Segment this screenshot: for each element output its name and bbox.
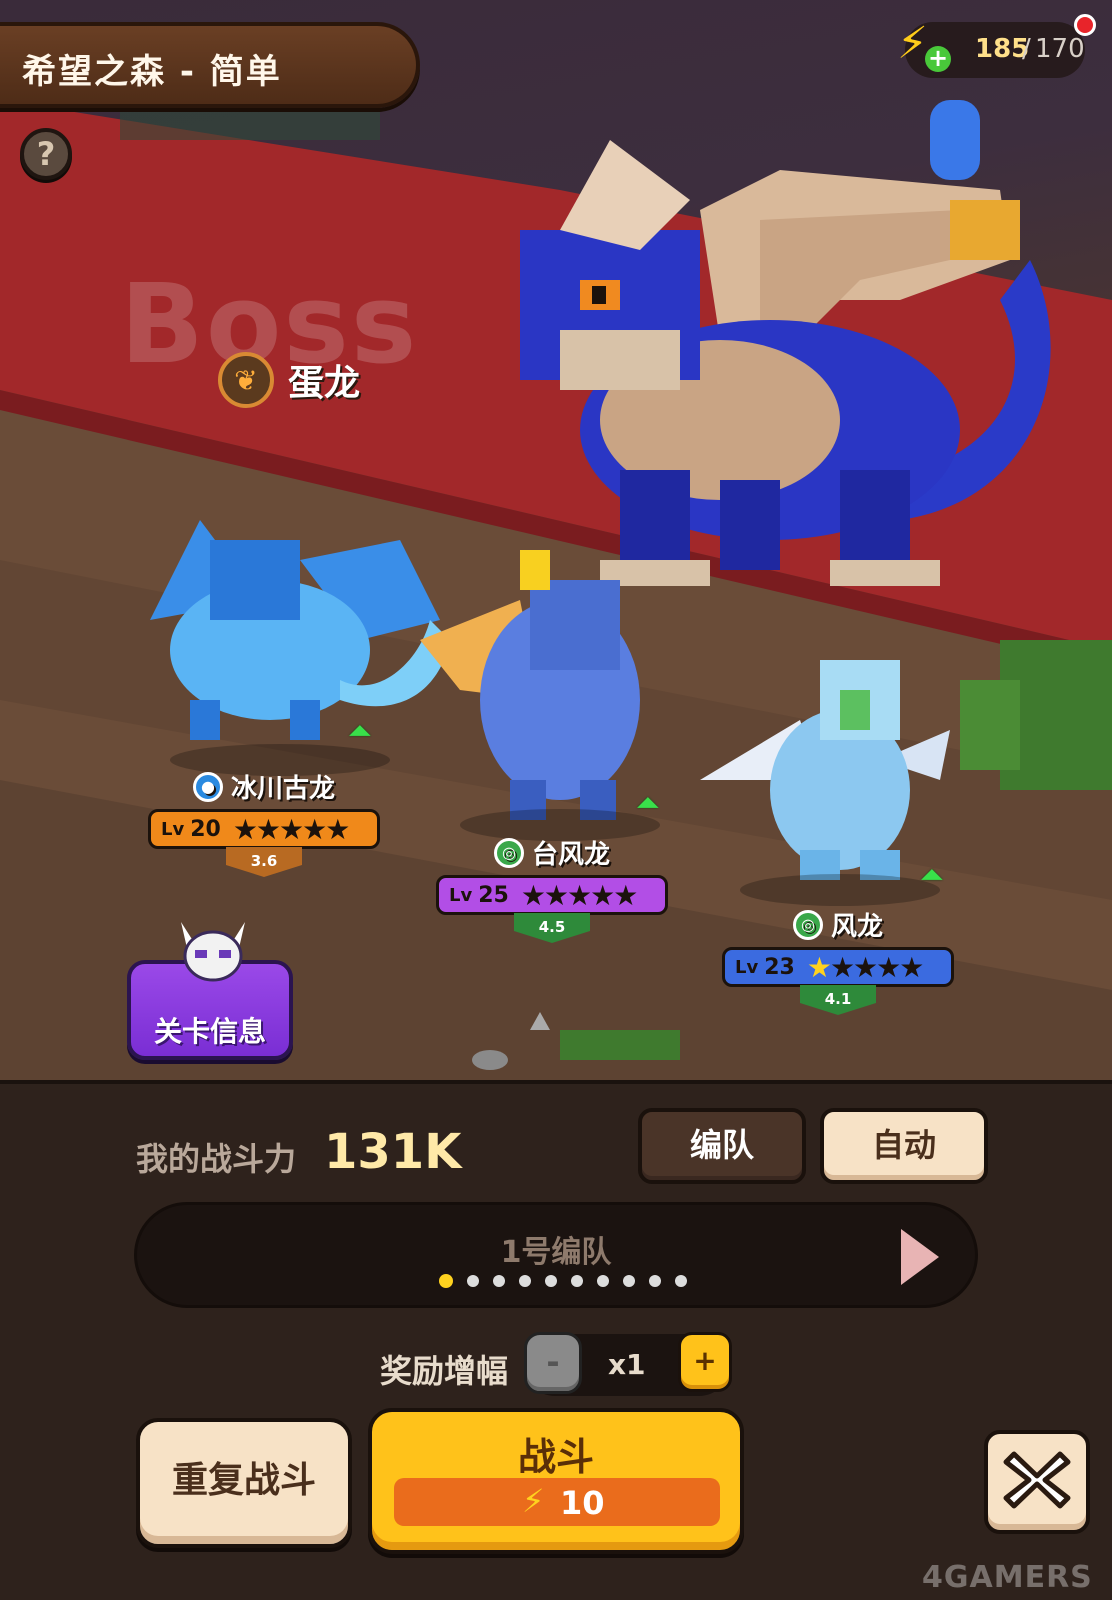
close-button[interactable]	[984, 1430, 1090, 1534]
team-page-dots	[439, 1274, 687, 1288]
wind-element-icon: ◎	[792, 909, 823, 940]
energy-max: 170	[1035, 34, 1085, 64]
formation-button[interactable]: 编队	[638, 1108, 806, 1184]
notification-dot	[1074, 14, 1096, 36]
add-energy-icon[interactable]: +	[925, 46, 951, 72]
energy-bolt-icon: ⚡	[897, 18, 928, 69]
hero-card-3[interactable]: ◎ 风龙 Lv 23 ★★★★★ 4.1	[722, 906, 954, 1015]
demon-skull-icon	[181, 922, 245, 982]
hero-name: 冰川古龙	[230, 774, 335, 804]
next-team-arrow-icon[interactable]	[901, 1229, 939, 1285]
energy-bolt-icon: ⚡	[522, 1482, 545, 1520]
hero-power-tag: 4.1	[800, 985, 876, 1015]
hero-level-bar: Lv 20 ★★★★★	[148, 809, 380, 849]
hero-power-tag: 4.5	[514, 913, 590, 943]
boost-multiplier: x1	[608, 1348, 646, 1381]
hero-name-row: ◎ 台风龙	[493, 834, 610, 871]
hero-name: 风龙	[830, 912, 883, 942]
upgrade-arrow-icon: ⏶	[920, 858, 944, 893]
fight-cost-value: 10	[560, 1484, 605, 1522]
level-label: Lv	[449, 884, 473, 906]
fight-label: 战斗	[517, 1435, 594, 1479]
team-page-dot[interactable]	[439, 1274, 453, 1288]
hero-level-bar: Lv 25 ★★★★★	[436, 875, 668, 915]
stage-title: 希望之森 - 简单	[22, 52, 282, 92]
star-rating: ★★★★★	[232, 812, 351, 846]
boss-name: 蛋龙	[288, 363, 361, 404]
fight-button[interactable]: 战斗 ⚡ 10	[368, 1408, 744, 1554]
increase-boost-button[interactable]: +	[678, 1332, 732, 1392]
team-page-dot[interactable]	[493, 1275, 505, 1287]
hero-level-bar: Lv 23 ★★★★★	[722, 947, 954, 987]
team-page-dot[interactable]	[467, 1275, 479, 1287]
battle-scene: 希望之森 - 简单 ? ⚡ + 185 / 170 Boss ❦ 蛋龙 ● 冰川…	[0, 0, 1112, 1080]
hero-name-row: ◎ 风龙	[792, 906, 883, 943]
team-page-dot[interactable]	[649, 1275, 661, 1287]
hero-level: 20	[190, 816, 221, 842]
close-icon	[1003, 1451, 1071, 1509]
hero-power-tag: 3.6	[226, 847, 302, 877]
hero-name-row: ● 冰川古龙	[192, 768, 335, 805]
star-rating: ★★★★★	[520, 878, 639, 912]
watermark-4gamers: 4GAMERS	[922, 1560, 1093, 1595]
water-element-icon: ●	[192, 771, 223, 802]
repeat-battle-button[interactable]: 重复战斗	[136, 1418, 352, 1548]
hero-level: 25	[478, 882, 509, 908]
hero-card-2[interactable]: ◎ 台风龙 Lv 25 ★★★★★ 4.5	[436, 834, 668, 943]
boss-name-tag[interactable]: ❦ 蛋龙	[218, 352, 360, 408]
help-icon: ?	[36, 135, 56, 173]
reward-boost-label: 奖励增幅	[380, 1352, 509, 1390]
wind-element-icon: ◎	[493, 837, 524, 868]
reward-boost-stepper: - x1 +	[524, 1332, 732, 1396]
fight-cost: ⚡ 10	[394, 1478, 720, 1526]
team-name: 1号编队	[500, 1235, 612, 1270]
team-selector[interactable]: 1号编队	[134, 1202, 978, 1308]
hero-name: 台风龙	[531, 840, 610, 870]
stage-info-button[interactable]: 关卡信息	[127, 922, 293, 1060]
energy-separator: /	[1022, 34, 1031, 64]
stage-info-label: 关卡信息	[153, 1015, 266, 1048]
team-page-dot[interactable]	[675, 1275, 687, 1287]
battle-prep-panel: 我的战斗力 131K 编队 自动 1号编队 奖励增幅 - x1 + 重复战斗 战…	[0, 1080, 1112, 1600]
energy-counter[interactable]: ⚡ + 185 / 170	[897, 18, 1085, 78]
hero-card-1[interactable]: ● 冰川古龙 Lv 20 ★★★★★ 3.6	[148, 768, 380, 877]
combat-power-value: 131K	[324, 1124, 462, 1180]
team-page-dot[interactable]	[519, 1275, 531, 1287]
level-label: Lv	[161, 818, 185, 840]
stage-title-banner: 希望之森 - 简单	[0, 22, 420, 108]
upgrade-arrow-icon: ⏶	[636, 786, 660, 821]
upgrade-arrow-icon: ⏶	[348, 714, 372, 749]
combat-power-label: 我的战斗力	[136, 1140, 297, 1178]
level-label: Lv	[735, 956, 759, 978]
help-button[interactable]: ?	[20, 128, 72, 180]
team-page-dot[interactable]	[545, 1275, 557, 1287]
team-page-dot[interactable]	[571, 1275, 583, 1287]
star-rating: ★★★★★	[806, 950, 925, 984]
auto-button[interactable]: 自动	[820, 1108, 988, 1184]
decrease-boost-button[interactable]: -	[524, 1332, 582, 1394]
sprout-icon: ❦	[218, 352, 274, 408]
team-page-dot[interactable]	[623, 1275, 635, 1287]
team-page-dot[interactable]	[597, 1275, 609, 1287]
hero-level: 23	[764, 954, 795, 980]
